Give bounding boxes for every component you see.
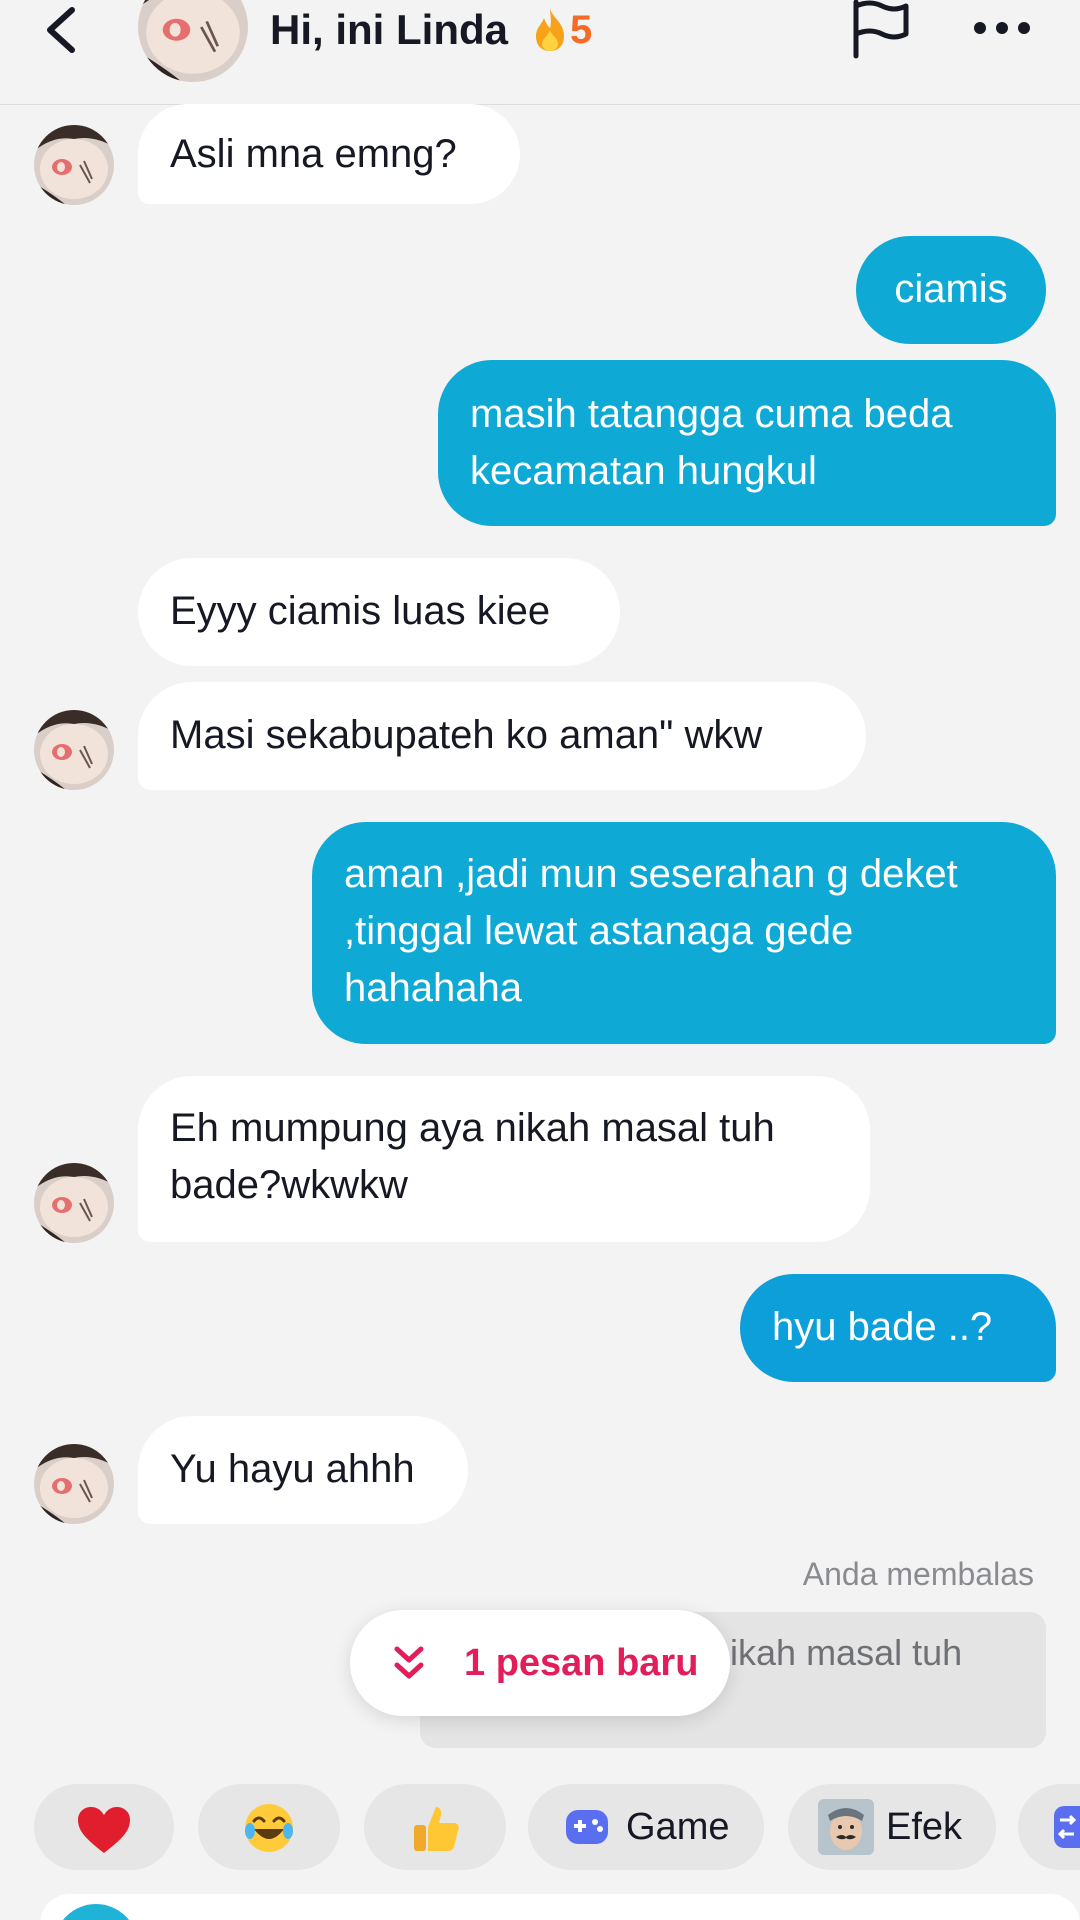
effect-label: Efek	[886, 1806, 963, 1848]
message-text: ciamis	[894, 267, 1008, 311]
thumbs-up-icon	[414, 1807, 459, 1851]
outgoing-message[interactable]: ciamis	[856, 236, 1046, 344]
swap-icon	[1054, 1806, 1080, 1848]
message-text: Eyyy ciamis luas kiee	[170, 589, 551, 633]
face-effect-icon	[818, 1799, 874, 1855]
report-button[interactable]	[848, 0, 914, 60]
game-label: Game	[626, 1806, 730, 1848]
chat-header: Hi, ini Linda 5	[0, 0, 1080, 105]
message-text: hyu bade ..?	[772, 1305, 993, 1349]
gamepad-icon	[566, 1810, 608, 1844]
contact-avatar[interactable]	[34, 1444, 114, 1524]
message-line: bade?wkwkw	[170, 1163, 408, 1207]
like-reaction-button[interactable]	[364, 1784, 506, 1870]
message-text: Asli mna emng?	[170, 132, 457, 176]
message-line: kecamatan hungkul	[470, 449, 817, 493]
streak-count: 5	[570, 8, 593, 52]
new-message-button[interactable]: 1 pesan baru	[350, 1610, 730, 1716]
incoming-message[interactable]: Eh mumpung aya nikah masal tuh bade?wkwk…	[138, 1076, 870, 1242]
heart-icon	[78, 1807, 130, 1853]
outgoing-message[interactable]: masih tatangga cuma beda kecamatan hungk…	[438, 360, 1056, 526]
reply-quoted-text: nikah masal tuh	[710, 1632, 963, 1673]
message-text: Masi sekabupateh ko aman" wkw	[170, 713, 763, 757]
more-quick-action-button[interactable]	[1018, 1784, 1080, 1870]
header-avatar[interactable]	[138, 0, 248, 82]
incoming-message[interactable]: Eyyy ciamis luas kiee	[138, 558, 620, 666]
outgoing-message[interactable]: hyu bade ..?	[740, 1274, 1056, 1382]
effect-button[interactable]: Efek	[788, 1784, 996, 1870]
laughing-emoji-icon	[245, 1804, 293, 1852]
more-icon	[974, 22, 1030, 34]
message-line: masih tatangga cuma beda	[470, 392, 953, 436]
incoming-message[interactable]: Masi sekabupateh ko aman" wkw	[138, 682, 866, 790]
double-chevron-down-icon	[394, 1646, 424, 1679]
contact-avatar[interactable]	[34, 1163, 114, 1243]
message-line: ,tinggal lewat astanaga gede	[344, 909, 854, 953]
message-input[interactable]	[40, 1894, 1080, 1920]
incoming-message[interactable]: Asli mna emng?	[138, 104, 520, 204]
reply-label: Anda membalas	[802, 1556, 1034, 1592]
contact-avatar[interactable]	[34, 125, 114, 205]
back-arrow-icon	[47, 7, 75, 53]
message-line: hahahaha	[344, 966, 522, 1010]
chat-title[interactable]: Hi, ini Linda	[270, 2, 508, 58]
message-text: Yu hayu ahhh	[170, 1447, 415, 1491]
laugh-reaction-button[interactable]	[198, 1784, 340, 1870]
more-options-button[interactable]	[972, 10, 1032, 46]
chat-screen: Hi, ini Linda 5 Asli mna emng? ciamis ma…	[0, 0, 1080, 1920]
incoming-message[interactable]: Yu hayu ahhh	[138, 1416, 468, 1524]
outgoing-message[interactable]: aman ,jadi mun seserahan g deket ,tingga…	[312, 822, 1056, 1044]
heart-reaction-button[interactable]	[34, 1784, 174, 1870]
message-line: aman ,jadi mun seserahan g deket	[344, 852, 958, 896]
new-message-label: 1 pesan baru	[464, 1642, 699, 1684]
message-line: Eh mumpung aya nikah masal tuh	[170, 1106, 775, 1150]
flame-icon	[536, 8, 564, 51]
contact-avatar[interactable]	[34, 710, 114, 790]
game-button[interactable]: Game	[528, 1784, 764, 1870]
flag-icon	[853, 0, 909, 59]
back-button[interactable]	[38, 2, 90, 58]
